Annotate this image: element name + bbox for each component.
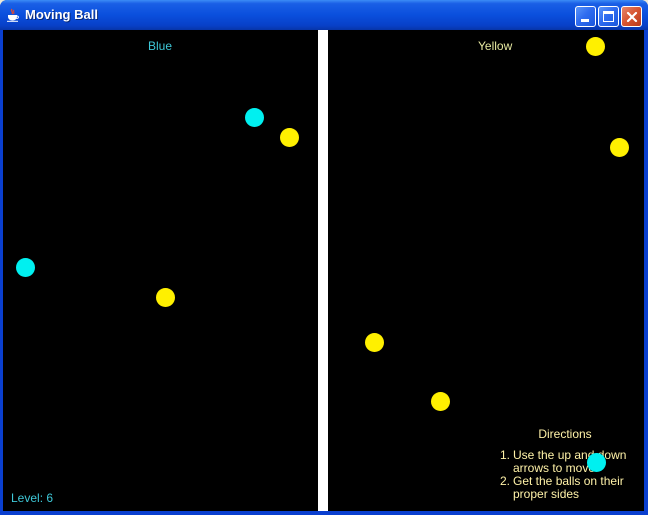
minimize-button[interactable] bbox=[575, 6, 596, 27]
close-icon bbox=[626, 11, 638, 23]
yellow-ball bbox=[431, 392, 450, 411]
yellow-side-label: Yellow bbox=[478, 39, 513, 53]
yellow-ball bbox=[610, 138, 629, 157]
blue-ball bbox=[245, 108, 264, 127]
game-area[interactable]: Blue Yellow Directions 1. Use the up and… bbox=[3, 30, 644, 511]
direction-step: 1. Use the up and down arrows to move bbox=[500, 449, 640, 475]
step-text: Use the up and down arrows to move bbox=[513, 448, 627, 475]
minimize-icon bbox=[581, 19, 589, 22]
blue-side-label: Blue bbox=[148, 39, 173, 53]
step-number: 2. bbox=[500, 474, 511, 488]
window-title: Moving Ball bbox=[25, 7, 98, 22]
directions-panel: Directions 1. Use the up and down arrows… bbox=[500, 428, 640, 501]
directions-title: Directions bbox=[538, 427, 592, 441]
maximize-icon bbox=[603, 11, 614, 22]
yellow-ball bbox=[156, 288, 175, 307]
close-button[interactable] bbox=[621, 6, 642, 27]
yellow-ball bbox=[365, 333, 384, 352]
direction-step: 2. Get the balls on their proper sides bbox=[500, 475, 640, 501]
level-indicator: Level: 6 bbox=[11, 491, 54, 505]
app-window: Moving Ball Blue Yellow Directions 1. Us… bbox=[0, 0, 648, 515]
yellow-ball bbox=[280, 128, 299, 147]
step-number: 1. bbox=[500, 448, 511, 462]
title-bar[interactable]: Moving Ball bbox=[0, 0, 648, 30]
java-cup-icon bbox=[7, 8, 19, 22]
step-text: Get the balls on their proper sides bbox=[513, 474, 624, 501]
blue-ball bbox=[16, 258, 35, 277]
blue-ball bbox=[587, 453, 606, 472]
maximize-button[interactable] bbox=[598, 6, 619, 27]
center-divider bbox=[318, 30, 328, 511]
yellow-ball bbox=[586, 37, 605, 56]
